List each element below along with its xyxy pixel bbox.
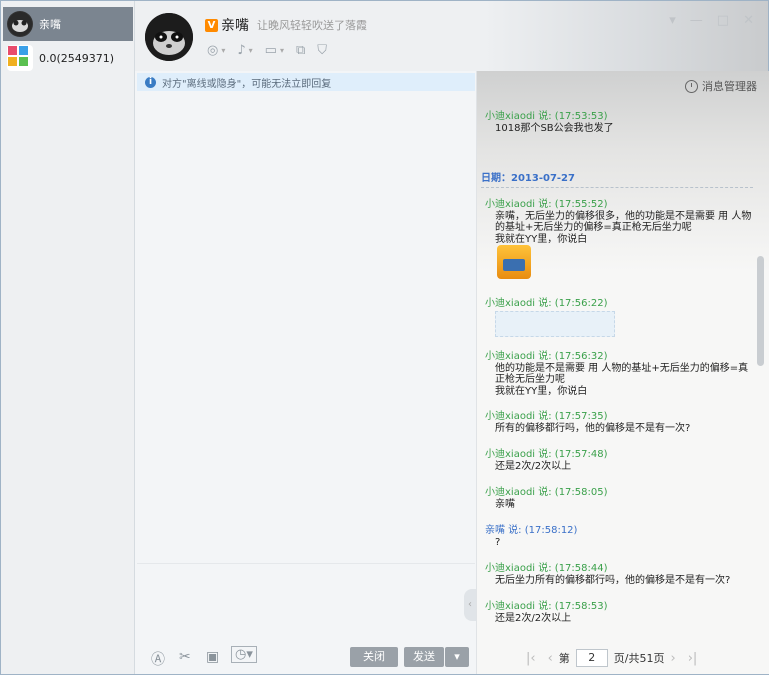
sidebar-item-qinzui[interactable]: 亲嘴 <box>3 7 133 41</box>
message-body: ? <box>495 537 501 548</box>
video-call-button[interactable]: ◎ ▾ <box>207 43 225 58</box>
file-transfer-button[interactable]: ▭ ▾ <box>265 43 284 58</box>
message-header: 小迪xiaodi 说: (17:56:32) <box>485 351 608 362</box>
folder-icon: ▭ <box>264 43 277 58</box>
screen-icon: ⧉ <box>295 43 306 58</box>
contact-avatar[interactable] <box>145 13 193 61</box>
sidebar-item-label: 亲嘴 <box>39 18 61 31</box>
history-pager: |‹ ‹ 第 2 页/共51页 › ›| <box>476 643 768 673</box>
contact-name-row: V 亲嘴 让晚风轻轻吹送了落霞 <box>205 15 367 35</box>
message-header: 小迪xiaodi 说: (17:57:48) <box>485 449 608 460</box>
message-body: 我就在YY里，你说白 <box>495 386 588 397</box>
message-body: 我就在YY里，你说白 <box>495 234 588 245</box>
prev-page-icon[interactable]: ‹ <box>548 651 553 666</box>
message-header: 小迪xiaodi 说: (17:57:35) <box>485 411 608 422</box>
date-separator: 日期：2013-07-27 <box>481 169 753 188</box>
page-suffix: 页/共51页 <box>613 652 665 665</box>
collapse-panel-handle[interactable]: ‹ <box>464 589 476 621</box>
chevron-down-icon: ▾ <box>279 46 284 55</box>
history-clock-button[interactable]: ◷▾ <box>231 646 257 663</box>
message-manager-label: 消息管理器 <box>702 80 757 93</box>
close-button[interactable]: 关闭 <box>350 647 398 667</box>
message-area[interactable] <box>137 91 475 561</box>
send-options-button[interactable]: ▾ <box>445 647 469 667</box>
video-icon: ◎ <box>207 43 219 58</box>
message-header: 小迪xiaodi 说: (17:55:52) <box>485 199 608 210</box>
offline-notice: i 对方"离线或隐身"，可能无法立即回复 <box>137 73 475 91</box>
chat-toolbar: ◎ ▾ ♪ ▾ ▭ ▾ ⧉ ⛉ <box>207 43 327 58</box>
info-icon: i <box>145 76 156 88</box>
message-header: 小迪xiaodi 说: (17:58:05) <box>485 487 608 498</box>
message-manager-button[interactable]: 消息管理器 <box>685 78 757 94</box>
input-toolbar: Ⓐ ✂ ▣ ◷▾ 关闭 发送 ▾ <box>137 641 475 673</box>
send-button[interactable]: 发送 <box>404 647 444 667</box>
message-body: 还是2次/2次以上 <box>495 461 572 472</box>
maximize-icon[interactable]: □ <box>717 13 729 28</box>
chevron-down-icon: ▾ <box>221 46 226 55</box>
vip-badge: V <box>205 18 218 32</box>
menu-dropdown-icon[interactable]: ▾ <box>669 13 676 28</box>
remote-desktop-button[interactable]: ⧉ <box>296 43 305 58</box>
message-body: 亲嘴 <box>495 499 515 510</box>
chat-window: 亲嘴 0.0(2549371) V 亲嘴 让晚风轻轻吹送了落霞 ◎ ▾ ♪ ▾ ▭ ▾… <box>0 0 769 675</box>
shield-icon: ⛉ <box>317 43 328 58</box>
avatar <box>7 11 33 37</box>
message-body: 无后坐力所有的偏移都行吗，他的偏移是不是有一次? <box>495 575 731 586</box>
image-icon[interactable]: ▣ <box>206 649 219 665</box>
close-icon[interactable]: ✕ <box>743 13 754 28</box>
page-prefix: 第 <box>558 652 570 665</box>
first-page-icon[interactable]: |‹ <box>526 651 536 666</box>
message-input[interactable] <box>137 563 475 642</box>
message-header: 小迪xiaodi 说: (17:56:22) <box>485 298 608 309</box>
contact-status: 让晚风轻轻吹送了落霞 <box>257 19 367 32</box>
message-history-panel: 消息管理器 小迪xiaodi 说: (17:53:53) 1018那个SB公会我… <box>476 71 769 674</box>
chevron-down-icon: ▾ <box>454 650 460 663</box>
conversation-sidebar: 亲嘴 0.0(2549371) <box>1 1 135 674</box>
security-button[interactable]: ⛉ <box>317 43 327 58</box>
sidebar-item-group[interactable]: 0.0(2549371) <box>3 41 133 75</box>
sticker-image[interactable] <box>497 245 531 279</box>
scissors-icon[interactable]: ✂ <box>179 649 191 665</box>
next-page-icon[interactable]: › <box>671 651 676 666</box>
font-icon[interactable]: Ⓐ <box>151 649 165 669</box>
message-body: 亲嘴，无后坐力的偏移很多，他的功能是不是需要 用 人物的基址+无后坐力的偏移=真… <box>495 211 752 233</box>
clock-icon <box>685 79 698 93</box>
last-page-icon[interactable]: ›| <box>688 651 698 666</box>
message-body: 1018那个SB公会我也发了 <box>495 123 614 134</box>
message-header: 小迪xiaodi 说: (17:53:53) <box>485 111 608 122</box>
group-avatar <box>7 45 33 71</box>
image-placeholder[interactable] <box>495 311 615 337</box>
voice-call-button[interactable]: ♪ ▾ <box>237 43 252 58</box>
microphone-icon: ♪ <box>237 43 246 58</box>
window-controls: ▾ — □ ✕ <box>669 13 754 28</box>
sidebar-item-label: 0.0(2549371) <box>39 51 115 65</box>
message-header: 亲嘴 说: (17:58:12) <box>485 525 578 536</box>
message-body: 他的功能是不是需要 用 人物的基址+无后坐力的偏移=真正枪无后坐力呢 <box>495 363 749 385</box>
message-body: 所有的偏移都行吗，他的偏移是不是有一次? <box>495 423 691 434</box>
history-scrollbar[interactable] <box>757 256 764 366</box>
page-number-input[interactable]: 2 <box>575 649 608 667</box>
message-header: 小迪xiaodi 说: (17:58:44) <box>485 563 608 574</box>
chat-header: V 亲嘴 让晚风轻轻吹送了落霞 ◎ ▾ ♪ ▾ ▭ ▾ ⧉ ⛉ ▾ — □ ✕ <box>135 1 768 71</box>
minimize-icon[interactable]: — <box>690 13 703 28</box>
notice-text: 对方"离线或隐身"，可能无法立即回复 <box>162 78 332 90</box>
message-body: 还是2次/2次以上 <box>495 613 572 624</box>
contact-name[interactable]: 亲嘴 <box>221 15 249 35</box>
chevron-down-icon: ▾ <box>248 46 253 55</box>
message-header: 小迪xiaodi 说: (17:58:53) <box>485 601 608 612</box>
